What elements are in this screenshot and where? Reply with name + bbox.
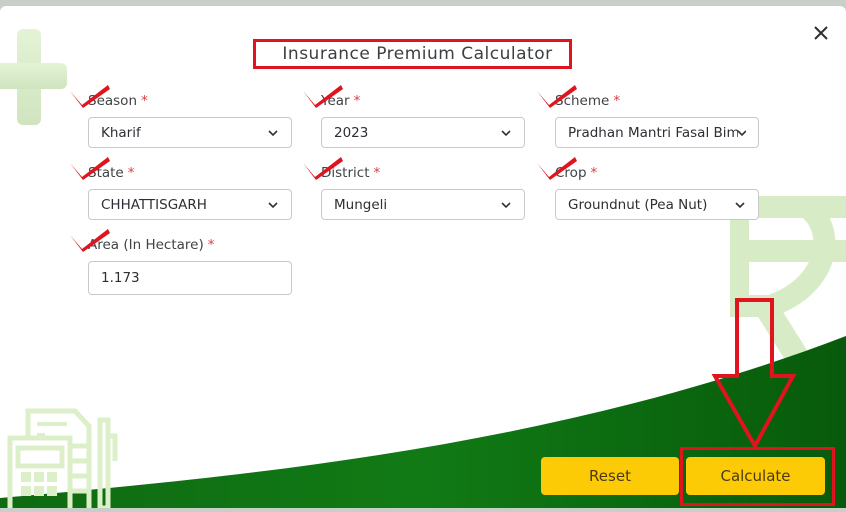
crop-select[interactable]: Groundnut (Pea Nut) — [555, 189, 759, 220]
scheme-select[interactable]: Pradhan Mantri Fasal Bim — [555, 117, 759, 148]
crop-field: Crop * Groundnut (Pea Nut) — [537, 157, 759, 220]
title-highlight-box: Insurance Premium Calculator — [253, 39, 572, 69]
arrow-down-annotation-icon — [711, 298, 797, 451]
calculator-decor-icon — [7, 408, 118, 508]
scheme-field: Scheme * Pradhan Mantri Fasal Bim — [537, 85, 759, 148]
chevron-down-icon — [501, 129, 511, 136]
year-select[interactable]: 2023 — [321, 117, 525, 148]
chevron-down-icon — [738, 129, 746, 136]
area-input[interactable]: 1.173 — [88, 261, 292, 295]
red-check-annotation — [70, 85, 110, 108]
red-check-annotation — [537, 85, 577, 108]
close-icon — [814, 26, 828, 40]
close-button[interactable] — [810, 22, 832, 44]
season-field: Season * Kharif — [70, 85, 292, 148]
required-asterisk: * — [353, 93, 361, 109]
red-check-annotation — [537, 157, 577, 180]
chevron-down-icon — [268, 129, 278, 136]
district-field: District * Mungeli — [303, 157, 525, 220]
year-field: Year * 2023 — [303, 85, 525, 148]
required-asterisk: * — [127, 165, 135, 181]
red-check-annotation — [70, 157, 110, 180]
required-asterisk: * — [613, 93, 621, 109]
red-check-annotation — [303, 157, 343, 180]
chevron-down-icon — [501, 201, 511, 208]
district-select[interactable]: Mungeli — [321, 189, 525, 220]
required-asterisk: * — [590, 165, 598, 181]
reset-button[interactable]: Reset — [541, 457, 679, 495]
season-select[interactable]: Kharif — [88, 117, 292, 148]
chevron-down-icon — [735, 201, 745, 208]
area-field: Area (In Hectare) * 1.173 — [70, 229, 292, 295]
red-check-annotation — [303, 85, 343, 108]
insurance-calculator-dialog: Insurance Premium Calculator Season * Kha… — [0, 6, 846, 508]
chevron-down-icon — [268, 201, 278, 208]
dialog-title: Insurance Premium Calculator — [282, 44, 553, 64]
state-field: State * CHHATTISGARH — [70, 157, 292, 220]
required-asterisk: * — [373, 165, 381, 181]
required-asterisk: * — [207, 237, 215, 253]
red-check-annotation — [70, 229, 110, 252]
state-select[interactable]: CHHATTISGARH — [88, 189, 292, 220]
required-asterisk: * — [141, 93, 148, 109]
